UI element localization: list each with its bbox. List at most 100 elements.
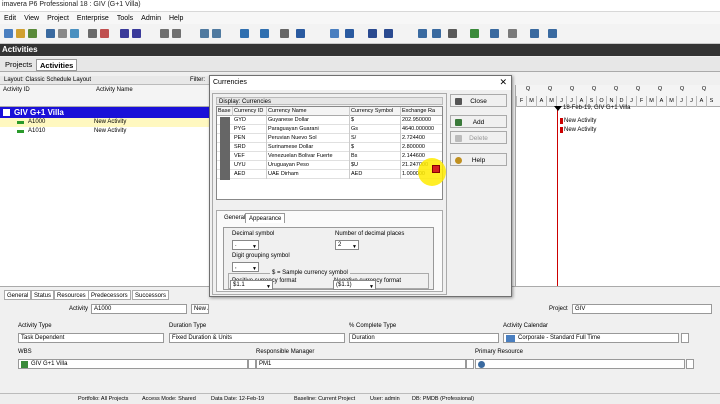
gantt-month: F: [636, 96, 646, 107]
chevron-down-icon: ▼: [252, 244, 257, 250]
close-button[interactable]: Close: [450, 94, 507, 107]
project-field[interactable]: GIV: [572, 304, 712, 314]
col-activity-id[interactable]: Activity ID: [3, 87, 30, 93]
resource-field[interactable]: [475, 359, 685, 369]
col-currency-symbol[interactable]: Currency Symbol: [350, 107, 401, 116]
gantt-month: J: [686, 96, 696, 107]
project-row[interactable]: GIV G+1 Villa: [0, 107, 215, 118]
tab-status[interactable]: Status: [31, 290, 55, 300]
tab-activities[interactable]: Activities: [36, 59, 78, 71]
resource-browse-button[interactable]: [686, 359, 694, 369]
percent-type-select[interactable]: Duration: [349, 333, 499, 343]
tab-predecessors[interactable]: Predecessors: [88, 290, 131, 300]
activity-name-field[interactable]: New A: [191, 304, 209, 314]
menu-edit[interactable]: Edit: [0, 15, 20, 22]
link-icon[interactable]: [345, 29, 354, 38]
col-currency-name[interactable]: Currency Name: [267, 107, 350, 116]
status-user: User: admin: [370, 396, 400, 402]
negative-format-select[interactable]: ($1.1) ▼: [333, 280, 376, 290]
save-icon[interactable]: [28, 29, 37, 38]
activity-grid-empty: [0, 136, 215, 286]
wbs-browse-button[interactable]: [248, 359, 256, 369]
resources-icon[interactable]: [490, 29, 499, 38]
duration-type-select[interactable]: Fixed Duration & Units: [169, 333, 345, 343]
gantt-quarter: Q: [525, 86, 531, 92]
calendar-browse-button[interactable]: [681, 333, 689, 343]
activity-id-field[interactable]: A1000: [91, 304, 187, 314]
level-icon[interactable]: [330, 29, 339, 38]
table-row[interactable]: UYU Uruguayan Peso $U 21.247000: [217, 161, 442, 171]
col-currency-id[interactable]: Currency ID: [233, 107, 267, 116]
manager-browse-button[interactable]: [466, 359, 474, 369]
table-row[interactable]: AED UAE Dirham AED 1.000000: [217, 170, 442, 180]
collapse-icon[interactable]: [3, 109, 10, 116]
status-baseline: Baseline: Current Project: [294, 396, 356, 402]
schedule-icon[interactable]: [296, 29, 305, 38]
folder-icon[interactable]: [16, 29, 25, 38]
manager-field[interactable]: PM1: [256, 359, 466, 369]
col-exchange-rate[interactable]: Exchange Ra: [401, 107, 442, 116]
chart-icon[interactable]: [260, 29, 269, 38]
progress-icon[interactable]: [368, 29, 377, 38]
baseline-icon[interactable]: [384, 29, 393, 38]
settings-icon[interactable]: [508, 29, 517, 38]
menu-help[interactable]: Help: [165, 15, 187, 22]
table-row[interactable]: PYG Paraguayan Guarani Gs 4640.000000: [217, 125, 442, 135]
group-icon[interactable]: [200, 29, 209, 38]
col-activity-name[interactable]: Activity Name: [96, 87, 133, 93]
positive-format-select[interactable]: $1.1 ▼: [230, 280, 273, 290]
menu-tools[interactable]: Tools: [113, 15, 137, 22]
close-door-icon: [455, 98, 462, 105]
menu-project[interactable]: Project: [43, 15, 73, 22]
calendar-field[interactable]: Corporate - Standard Full Time: [503, 333, 679, 343]
digit-grouping-select[interactable]: , ▼: [232, 262, 259, 272]
cut-icon[interactable]: [58, 29, 67, 38]
open-icon[interactable]: [4, 29, 13, 38]
table-row[interactable]: GYD Guyanese Dollar $202.950000: [217, 116, 442, 126]
base-checkbox[interactable]: [220, 171, 230, 180]
zoom-in-icon[interactable]: [418, 29, 427, 38]
display-bar[interactable]: Display: Currencies: [216, 97, 443, 105]
print-icon[interactable]: [46, 29, 55, 38]
hash-icon[interactable]: [280, 29, 289, 38]
filter-icon[interactable]: [172, 29, 181, 38]
tracking-icon[interactable]: [548, 29, 557, 38]
zoom-out-icon[interactable]: [432, 29, 441, 38]
layout-bar[interactable]: Layout: Classic Schedule Layout: [0, 76, 215, 85]
activity-row[interactable]: A1010 New Activity: [0, 127, 215, 136]
add-button[interactable]: Add: [450, 115, 507, 128]
tab-resources[interactable]: Resources: [54, 290, 89, 300]
columns-icon[interactable]: [160, 29, 169, 38]
tab-appearance[interactable]: Appearance: [245, 213, 286, 223]
indent-icon[interactable]: [120, 29, 129, 38]
layout-icon[interactable]: [212, 29, 221, 38]
close-icon[interactable]: ✕: [499, 77, 507, 88]
decimal-symbol-select[interactable]: . ▼: [232, 240, 259, 250]
reports-icon[interactable]: [530, 29, 539, 38]
details-tabs: General Appearance Decimal symbol . ▼ Num…: [216, 210, 443, 292]
bars-icon[interactable]: [240, 29, 249, 38]
tab-general[interactable]: General: [4, 290, 32, 300]
col-base[interactable]: Base: [217, 107, 233, 116]
paste-icon[interactable]: [88, 29, 97, 38]
wbs-icon[interactable]: [470, 29, 479, 38]
activity-row[interactable]: A1000 New Activity: [0, 118, 215, 127]
menu-view[interactable]: View: [20, 15, 43, 22]
activity-type-select[interactable]: Task Dependent: [18, 333, 164, 343]
tab-projects[interactable]: Projects: [2, 59, 35, 71]
help-button[interactable]: Help: [450, 153, 507, 166]
menu-admin[interactable]: Admin: [137, 15, 165, 22]
outdent-icon[interactable]: [132, 29, 141, 38]
tab-successors[interactable]: Successors: [132, 290, 170, 300]
menu-enterprise[interactable]: Enterprise: [73, 15, 113, 22]
timescale-icon[interactable]: [448, 29, 457, 38]
undo-icon[interactable]: [100, 29, 109, 38]
copy-icon[interactable]: [70, 29, 79, 38]
table-row[interactable]: VEF Venezuelan Bolivar Fuerte Bs 2.144600: [217, 152, 442, 162]
table-row[interactable]: PEN Peruvian Nuevo Sol S/2.724400: [217, 134, 442, 144]
decimal-places-select[interactable]: 2 ▼: [335, 240, 359, 250]
delete-button[interactable]: Delete: [450, 131, 507, 144]
wbs-field[interactable]: GIV G+1 Villa: [18, 359, 248, 369]
table-row[interactable]: SRD Surinamese Dollar $2.800000: [217, 143, 442, 153]
activity-bar-icon: [17, 130, 24, 133]
